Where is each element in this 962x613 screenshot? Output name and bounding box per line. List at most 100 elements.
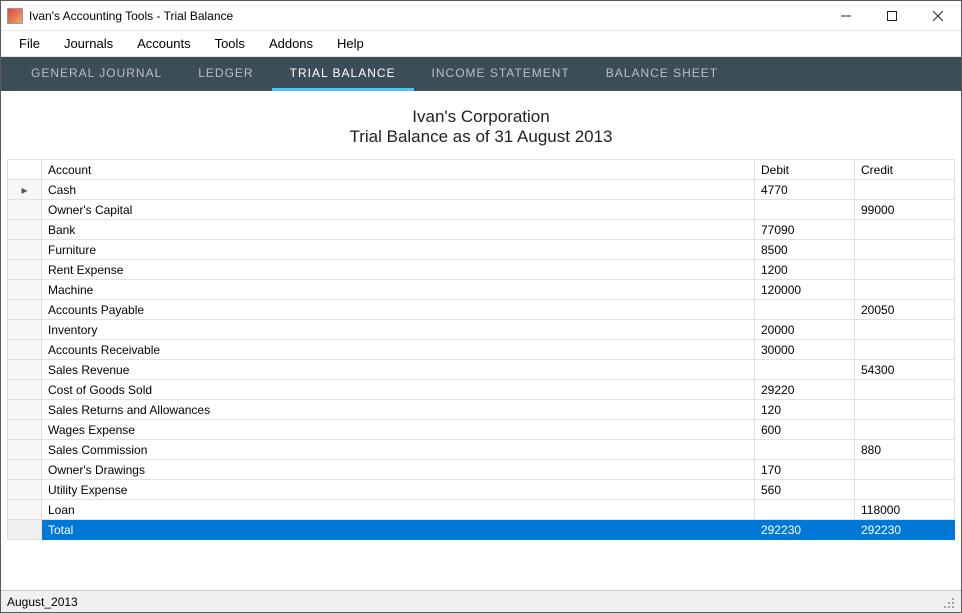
cell-credit[interactable] (855, 320, 955, 340)
table-header-row: Account Debit Credit (8, 160, 955, 180)
cell-credit[interactable] (855, 460, 955, 480)
table-row[interactable]: Furniture8500 (8, 240, 955, 260)
cell-credit[interactable] (855, 240, 955, 260)
cell-debit[interactable] (755, 500, 855, 520)
table-row[interactable]: Cost of Goods Sold29220 (8, 380, 955, 400)
table-row[interactable]: Utility Expense560 (8, 480, 955, 500)
minimize-button[interactable] (823, 1, 869, 30)
table-row[interactable]: Bank77090 (8, 220, 955, 240)
titlebar[interactable]: Ivan's Accounting Tools - Trial Balance (1, 1, 961, 31)
close-icon (933, 11, 943, 21)
cell-account[interactable]: Machine (42, 280, 755, 300)
cell-debit[interactable]: 8500 (755, 240, 855, 260)
cell-credit[interactable] (855, 400, 955, 420)
cell-debit[interactable] (755, 440, 855, 460)
table-row[interactable]: Loan 118000 (8, 500, 955, 520)
cell-debit[interactable] (755, 300, 855, 320)
resize-grip-icon[interactable] (941, 595, 955, 609)
cell-account[interactable]: Cash (42, 180, 755, 200)
cell-account[interactable]: Utility Expense (42, 480, 755, 500)
tab-trial-balance[interactable]: TRIAL BALANCE (272, 57, 414, 91)
cell-debit[interactable]: 4770 (755, 180, 855, 200)
cell-credit[interactable]: 20050 (855, 300, 955, 320)
table-row[interactable]: ▸Cash4770 (8, 180, 955, 200)
tab-balance-sheet[interactable]: BALANCE SHEET (588, 57, 736, 91)
maximize-icon (887, 11, 897, 21)
maximize-button[interactable] (869, 1, 915, 30)
cell-credit[interactable] (855, 420, 955, 440)
report-header: Ivan's Corporation Trial Balance as of 3… (1, 91, 961, 159)
row-indicator (8, 260, 42, 280)
cell-debit[interactable]: 1200 (755, 260, 855, 280)
row-indicator (8, 320, 42, 340)
table-row[interactable]: Sales Returns and Allowances120 (8, 400, 955, 420)
menu-item-file[interactable]: File (7, 32, 52, 55)
close-button[interactable] (915, 1, 961, 30)
menu-item-journals[interactable]: Journals (52, 32, 125, 55)
table-row[interactable]: Sales Commission 880 (8, 440, 955, 460)
table-row[interactable]: Sales Revenue 54300 (8, 360, 955, 380)
tab-ledger[interactable]: LEDGER (180, 57, 271, 91)
cell-debit[interactable] (755, 360, 855, 380)
cell-account[interactable]: Total (42, 520, 755, 540)
cell-account[interactable]: Owner's Drawings (42, 460, 755, 480)
menu-item-help[interactable]: Help (325, 32, 376, 55)
cell-credit[interactable]: 880 (855, 440, 955, 460)
table-row[interactable]: Owner's Capital 99000 (8, 200, 955, 220)
cell-credit[interactable] (855, 340, 955, 360)
col-credit[interactable]: Credit (855, 160, 955, 180)
tab-income-statement[interactable]: INCOME STATEMENT (414, 57, 588, 91)
table-row[interactable]: Wages Expense600 (8, 420, 955, 440)
table-row[interactable]: Accounts Receivable30000 (8, 340, 955, 360)
cell-credit[interactable]: 292230 (855, 520, 955, 540)
cell-account[interactable]: Owner's Capital (42, 200, 755, 220)
cell-debit[interactable]: 29220 (755, 380, 855, 400)
menu-item-tools[interactable]: Tools (203, 32, 257, 55)
trial-balance-table[interactable]: Account Debit Credit ▸Cash4770Owner's Ca… (7, 159, 955, 540)
cell-credit[interactable] (855, 380, 955, 400)
cell-debit[interactable]: 600 (755, 420, 855, 440)
cell-credit[interactable] (855, 260, 955, 280)
table-row[interactable]: Accounts Payable 20050 (8, 300, 955, 320)
cell-debit[interactable]: 170 (755, 460, 855, 480)
cell-account[interactable]: Loan (42, 500, 755, 520)
cell-debit[interactable]: 560 (755, 480, 855, 500)
cell-credit[interactable]: 118000 (855, 500, 955, 520)
cell-account[interactable]: Accounts Payable (42, 300, 755, 320)
cell-debit[interactable]: 292230 (755, 520, 855, 540)
table-row[interactable]: Inventory20000 (8, 320, 955, 340)
cell-debit[interactable]: 120 (755, 400, 855, 420)
cell-account[interactable]: Sales Returns and Allowances (42, 400, 755, 420)
cell-debit[interactable]: 120000 (755, 280, 855, 300)
cell-credit[interactable] (855, 180, 955, 200)
menu-item-accounts[interactable]: Accounts (125, 32, 202, 55)
table-row[interactable]: Machine120000 (8, 280, 955, 300)
cell-account[interactable]: Bank (42, 220, 755, 240)
cell-account[interactable]: Sales Revenue (42, 360, 755, 380)
cell-debit[interactable]: 77090 (755, 220, 855, 240)
cell-credit[interactable] (855, 220, 955, 240)
cell-credit[interactable] (855, 480, 955, 500)
cell-account[interactable]: Cost of Goods Sold (42, 380, 755, 400)
tab-general-journal[interactable]: GENERAL JOURNAL (13, 57, 180, 91)
cell-debit[interactable] (755, 200, 855, 220)
minimize-icon (841, 11, 851, 21)
cell-credit[interactable]: 54300 (855, 360, 955, 380)
row-indicator (8, 340, 42, 360)
table-row[interactable]: Total292230292230 (8, 520, 955, 540)
cell-account[interactable]: Inventory (42, 320, 755, 340)
cell-account[interactable]: Furniture (42, 240, 755, 260)
cell-account[interactable]: Accounts Receivable (42, 340, 755, 360)
cell-account[interactable]: Sales Commission (42, 440, 755, 460)
cell-debit[interactable]: 30000 (755, 340, 855, 360)
table-row[interactable]: Owner's Drawings170 (8, 460, 955, 480)
menu-item-addons[interactable]: Addons (257, 32, 325, 55)
col-debit[interactable]: Debit (755, 160, 855, 180)
table-row[interactable]: Rent Expense1200 (8, 260, 955, 280)
cell-credit[interactable]: 99000 (855, 200, 955, 220)
cell-account[interactable]: Wages Expense (42, 420, 755, 440)
cell-debit[interactable]: 20000 (755, 320, 855, 340)
cell-credit[interactable] (855, 280, 955, 300)
cell-account[interactable]: Rent Expense (42, 260, 755, 280)
col-account[interactable]: Account (42, 160, 755, 180)
